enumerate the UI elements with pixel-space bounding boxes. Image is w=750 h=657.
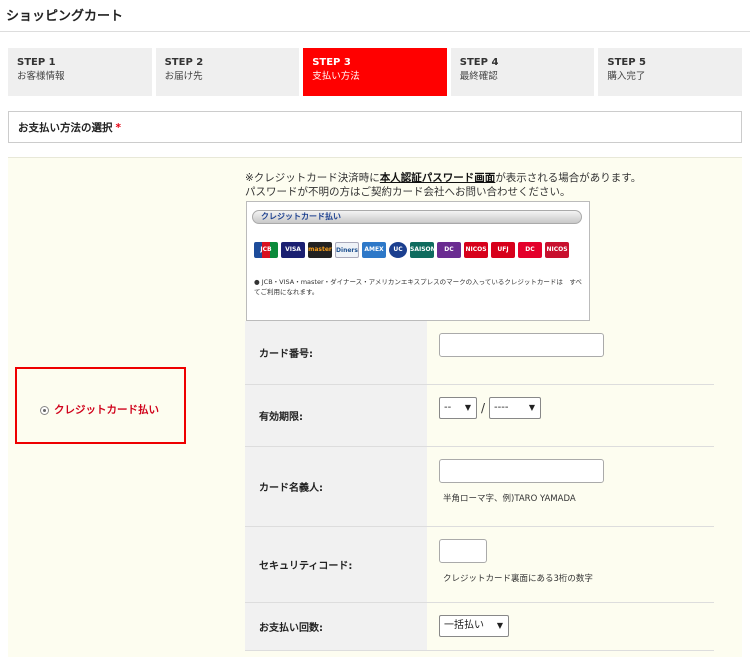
cvc-cell: クレジットカード裏面にある3桁の数字	[427, 527, 714, 602]
credit-card-radio[interactable]	[40, 406, 49, 415]
step-2: STEP 2 お届け先	[155, 48, 300, 96]
card-brand-logos: JCB VISA master Diners AMEX UC SAISON DC…	[254, 242, 569, 258]
holder-hint: 半角ローマ字、例)TARO YAMADA	[443, 494, 576, 504]
select-value: --	[444, 402, 452, 413]
step-label: 支払い方法	[312, 71, 360, 82]
nicos-card-logo: NICOS	[545, 242, 569, 258]
ufj-logo: UFJ	[491, 242, 515, 258]
installments-cell: 一括払い ▼	[427, 603, 714, 650]
step-label: お客様情報	[17, 71, 65, 82]
expiry-month-select[interactable]: -- ▼	[439, 397, 477, 419]
step-3-active: STEP 3 支払い方法	[303, 48, 447, 96]
auth-notice: ※クレジットカード決済時に本人認証パスワード画面が表示される場合があります。 パ…	[245, 171, 641, 199]
required-mark: *	[115, 122, 122, 134]
expiry-year-select[interactable]: ---- ▼	[489, 397, 542, 419]
step-number: STEP 5	[607, 57, 646, 68]
saison-logo: SAISON	[410, 242, 434, 258]
holder-cell: 半角ローマ字、例)TARO YAMADA	[427, 447, 714, 526]
chevron-down-icon: ▼	[464, 403, 471, 412]
step-label: お届け先	[164, 71, 203, 82]
amex-logo: AMEX	[362, 242, 386, 258]
title-divider	[0, 31, 750, 32]
cvc-hint: クレジットカード裏面にある3桁の数字	[443, 574, 593, 584]
nicos-logo: NICOS	[464, 242, 488, 258]
notice-text: ※クレジットカード決済時に	[245, 172, 380, 184]
chevron-down-icon: ▼	[528, 403, 536, 412]
dc-card-logo: DC	[518, 242, 542, 258]
cvc-label: セキュリティコード:	[245, 527, 427, 602]
step-5: STEP 5 購入完了	[598, 48, 742, 96]
section-heading: お支払い方法の選択 *	[8, 111, 742, 143]
installments-label: お支払い回数:	[245, 603, 427, 650]
card-number-cell	[427, 321, 714, 384]
notice-text: が表示される場合があります。	[495, 172, 642, 184]
expiry-label: 有効期限:	[245, 385, 427, 446]
banner-note: ● JCB・VISA・master・ダイナース・アメリカンエキスプレスのマークの…	[254, 278, 582, 296]
cvc-row: セキュリティコード: クレジットカード裏面にある3桁の数字	[245, 527, 714, 603]
holder-row: カード名義人: 半角ローマ字、例)TARO YAMADA	[245, 447, 714, 527]
step-label: 最終確認	[459, 71, 498, 82]
expiry-cell: -- ▼ / ---- ▼	[427, 385, 714, 446]
select-value: ----	[494, 402, 509, 413]
chevron-down-icon: ▼	[496, 621, 503, 630]
dc-logo: DC	[437, 242, 461, 258]
card-number-input[interactable]	[439, 333, 604, 357]
auth-password-link[interactable]: 本人認証パスワード画面	[380, 172, 496, 184]
diners-logo: Diners	[335, 242, 359, 258]
visa-logo: VISA	[281, 242, 305, 258]
card-number-row: カード番号:	[245, 321, 714, 385]
step-number: STEP 4	[459, 57, 499, 68]
step-label: 購入完了	[607, 71, 646, 82]
installments-select[interactable]: 一括払い ▼	[439, 615, 509, 637]
cvc-input[interactable]	[439, 539, 487, 563]
installments-row: お支払い回数: 一括払い ▼	[245, 603, 714, 651]
payment-area: クレジットカード払い ※クレジットカード決済時に本人認証パスワード画面が表示され…	[8, 157, 742, 657]
section-title: お支払い方法の選択	[18, 122, 113, 134]
expiry-row: 有効期限: -- ▼ / ---- ▼	[245, 385, 714, 447]
uc-logo: UC	[389, 242, 407, 258]
checkout-steps: STEP 1 お客様情報 STEP 2 お届け先 STEP 3 支払い方法 ST…	[8, 48, 742, 96]
jcb-logo: JCB	[254, 242, 278, 258]
notice-text: パスワードが不明の方はご契約カード会社へお問い合わせください。	[245, 186, 571, 198]
card-form: カード番号: 有効期限: -- ▼ / ---- ▼ カード名義人: 半角ローマ字、例)…	[245, 321, 714, 651]
step-4: STEP 4 最終確認	[450, 48, 595, 96]
step-number: STEP 2	[164, 57, 204, 68]
mastercard-logo: master	[308, 242, 332, 258]
page-title: ショッピングカート	[6, 9, 124, 24]
payment-option-label[interactable]: クレジットカード払い	[54, 402, 159, 417]
expiry-separator: /	[481, 401, 486, 415]
credit-card-banner: クレジットカード払い JCB VISA master Diners AMEX U…	[246, 201, 590, 321]
step-number: STEP 1	[17, 57, 56, 68]
card-number-label: カード番号:	[245, 321, 427, 384]
step-number: STEP 3	[312, 57, 351, 68]
step-1: STEP 1 お客様情報	[8, 48, 152, 96]
payment-option-credit-card[interactable]: クレジットカード払い	[15, 367, 186, 444]
select-value: 一括払い	[444, 620, 484, 631]
banner-title: クレジットカード払い	[252, 210, 582, 224]
holder-name-input[interactable]	[439, 459, 604, 483]
holder-label: カード名義人:	[245, 447, 427, 526]
